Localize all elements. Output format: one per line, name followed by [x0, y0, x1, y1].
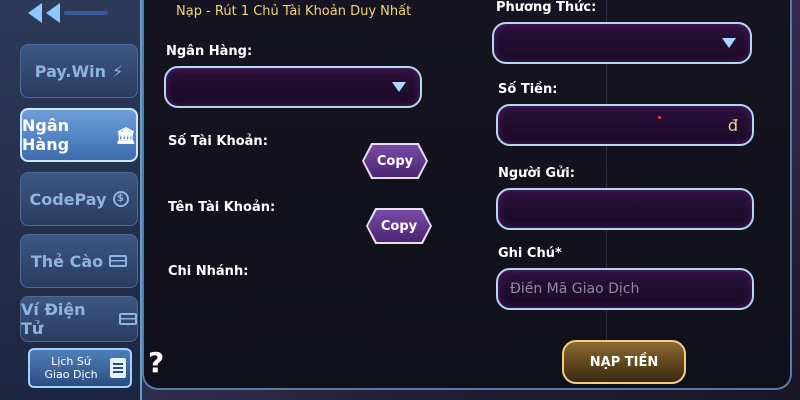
- sidebar-item-card[interactable]: Thẻ Cào: [20, 234, 138, 288]
- currency-symbol: đ: [727, 116, 738, 135]
- chevron-left-icon: [28, 3, 42, 23]
- method-select[interactable]: [492, 22, 752, 64]
- sidebar-item-paywin[interactable]: Pay.Win ⚡: [20, 44, 138, 98]
- sender-input[interactable]: [498, 190, 752, 228]
- sender-label: Người Gửi:: [498, 166, 575, 181]
- lightning-icon: ⚡: [111, 61, 124, 81]
- transaction-history-button[interactable]: Lịch Sử Giao Dịch: [28, 348, 132, 388]
- bank-label: Ngân Hàng:: [166, 44, 253, 59]
- cursor-dot: [658, 116, 661, 119]
- note-input[interactable]: [498, 270, 752, 308]
- note-input-field[interactable]: [496, 268, 754, 310]
- help-icon[interactable]: ?: [148, 346, 164, 379]
- sidebar-item-ewallet[interactable]: Ví Điện Tử: [20, 296, 138, 342]
- history-label: Lịch Sử Giao Dịch: [44, 355, 98, 381]
- account-name-label: Tên Tài Khoản:: [168, 200, 276, 215]
- sidebar: Pay.Win ⚡ Ngân Hàng 🏛 CodePay $ Thẻ Cào …: [0, 0, 142, 400]
- account-number-label: Số Tài Khoản:: [168, 134, 268, 149]
- sender-input-field[interactable]: [496, 188, 754, 230]
- branch-label: Chi Nhánh:: [168, 264, 249, 279]
- dropdown-arrow-icon: [722, 38, 736, 48]
- method-label: Phương Thức:: [496, 0, 597, 15]
- chevron-left-icon: [46, 3, 60, 23]
- dropdown-arrow-icon: [392, 82, 406, 92]
- copy-account-name-button[interactable]: Copy: [368, 210, 430, 242]
- bank-select[interactable]: [164, 66, 422, 108]
- note-label: Ghi Chú*: [498, 246, 562, 261]
- card-icon: [109, 255, 128, 267]
- copy-account-number-button[interactable]: Copy: [364, 145, 426, 177]
- sidebar-item-label: CodePay: [29, 189, 107, 209]
- wallet-icon: [119, 313, 137, 325]
- sidebar-item-label: Ngân Hàng: [22, 116, 70, 154]
- coin-icon: $: [112, 191, 129, 207]
- sidebar-item-label: Thẻ Cào: [30, 251, 104, 271]
- amount-input-field[interactable]: đ: [496, 104, 754, 146]
- document-icon: [110, 358, 126, 378]
- deposit-submit-button[interactable]: NẠP TIỀN: [562, 340, 686, 384]
- logo-bar: [64, 11, 108, 15]
- sidebar-item-bank[interactable]: Ngân Hàng 🏛: [20, 108, 138, 162]
- panel-title: Nạp - Rút 1 Chủ Tài Khoản Duy Nhất: [176, 4, 412, 19]
- sidebar-item-codepay[interactable]: CodePay $: [20, 172, 138, 226]
- logo: [28, 0, 108, 26]
- bank-icon: 🏛: [115, 125, 136, 145]
- sidebar-item-label: Pay.Win: [34, 61, 106, 81]
- amount-label: Số Tiền:: [498, 82, 558, 97]
- sidebar-item-label: Ví Điện Tử: [21, 300, 86, 338]
